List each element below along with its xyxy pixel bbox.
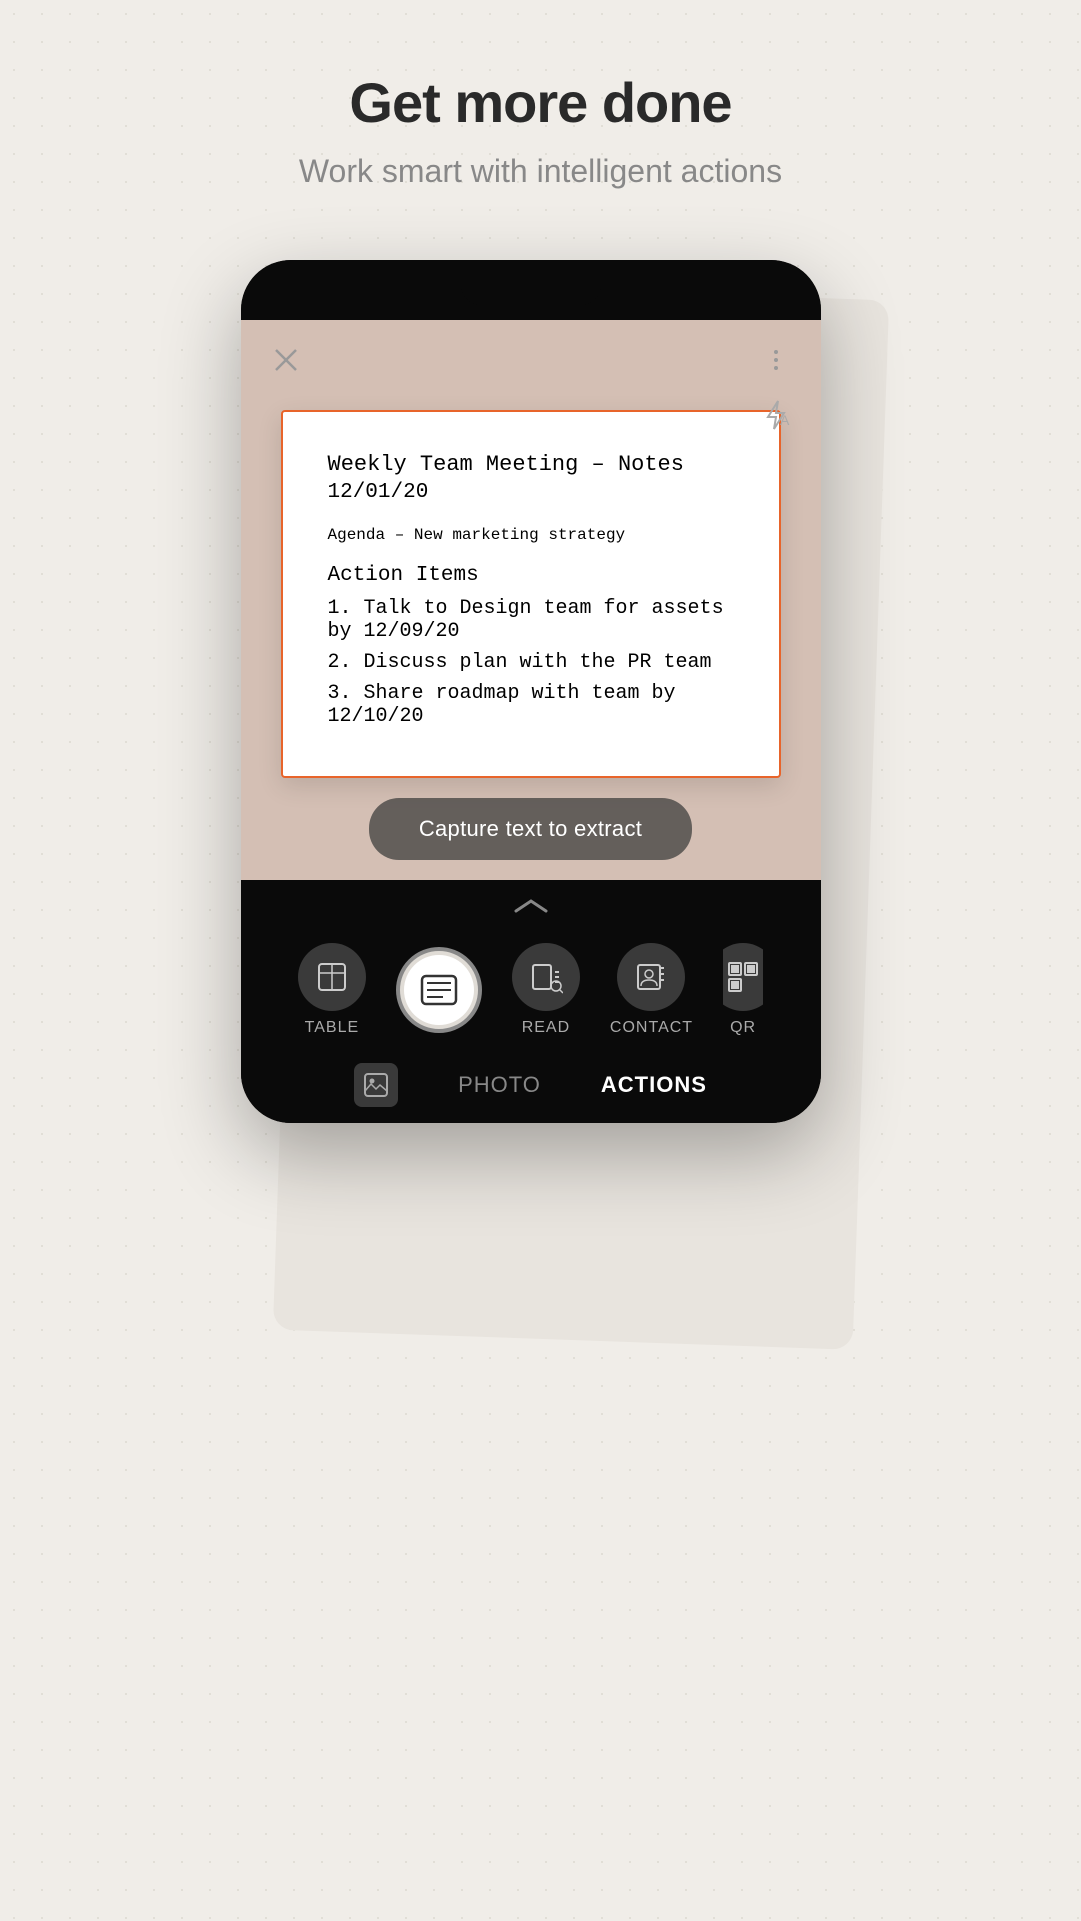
shutter-inner	[404, 955, 474, 1025]
svg-text:A: A	[780, 412, 790, 428]
table-icon-bg	[298, 943, 366, 1011]
bottom-bar: TABLE	[241, 880, 821, 1123]
header-title: Get more done	[299, 70, 782, 135]
read-label: READ	[522, 1019, 570, 1037]
qr-label: QR	[730, 1019, 756, 1037]
table-mode-button[interactable]: TABLE	[298, 943, 366, 1037]
text-mode-button[interactable]	[396, 947, 482, 1033]
flash-button[interactable]: A	[756, 395, 796, 435]
doc-agenda: Agenda – New marketing strategy	[328, 526, 734, 544]
document-card: Weekly Team Meeting – Notes 12/01/20 Age…	[281, 410, 781, 778]
more-options-button[interactable]	[756, 340, 796, 380]
table-label: TABLE	[305, 1019, 360, 1037]
actions-tab[interactable]: ACTIONS	[601, 1072, 707, 1098]
doc-section-title: Action Items	[328, 564, 734, 587]
doc-title: Weekly Team Meeting – Notes	[328, 452, 734, 477]
doc-date: 12/01/20	[328, 481, 734, 504]
camera-mode-buttons: TABLE	[241, 933, 821, 1047]
close-button[interactable]	[266, 340, 306, 380]
contact-mode-button[interactable]: CONTACT	[610, 943, 693, 1037]
read-icon-bg	[512, 943, 580, 1011]
gallery-icon	[354, 1063, 398, 1107]
read-mode-button[interactable]: READ	[512, 943, 580, 1037]
photo-tab-label: PHOTO	[458, 1072, 541, 1098]
doc-list-item-2: 2. Discuss plan with the PR team	[328, 651, 734, 674]
bottom-nav: PHOTO ACTIONS	[241, 1047, 821, 1123]
contact-label: CONTACT	[610, 1019, 693, 1037]
gallery-nav-item[interactable]	[354, 1063, 398, 1107]
phone-mockup: A Weekly Team Meeting – Notes 12/01/20 A…	[241, 260, 841, 1123]
doc-list-item-1: 1. Talk to Design team for assets by 12/…	[328, 597, 734, 643]
capture-button[interactable]: Capture text to extract	[369, 798, 692, 860]
contact-icon-bg	[617, 943, 685, 1011]
camera-view: A Weekly Team Meeting – Notes 12/01/20 A…	[241, 320, 821, 1123]
photo-tab[interactable]: PHOTO	[458, 1072, 541, 1098]
qr-icon-bg	[723, 943, 763, 1011]
header-subtitle: Work smart with intelligent actions	[299, 153, 782, 190]
shutter-button[interactable]	[396, 947, 482, 1033]
doc-list-item-3: 3. Share roadmap with team by 12/10/20	[328, 682, 734, 728]
chevron-up-icon	[241, 895, 821, 923]
phone-frame: A Weekly Team Meeting – Notes 12/01/20 A…	[241, 260, 821, 1123]
phone-top-bar	[241, 260, 821, 320]
qr-mode-button[interactable]: QR	[723, 943, 763, 1037]
camera-controls-top	[241, 320, 821, 400]
header-section: Get more done Work smart with intelligen…	[299, 0, 782, 190]
phone-notch	[461, 275, 601, 305]
actions-tab-label: ACTIONS	[601, 1072, 707, 1098]
